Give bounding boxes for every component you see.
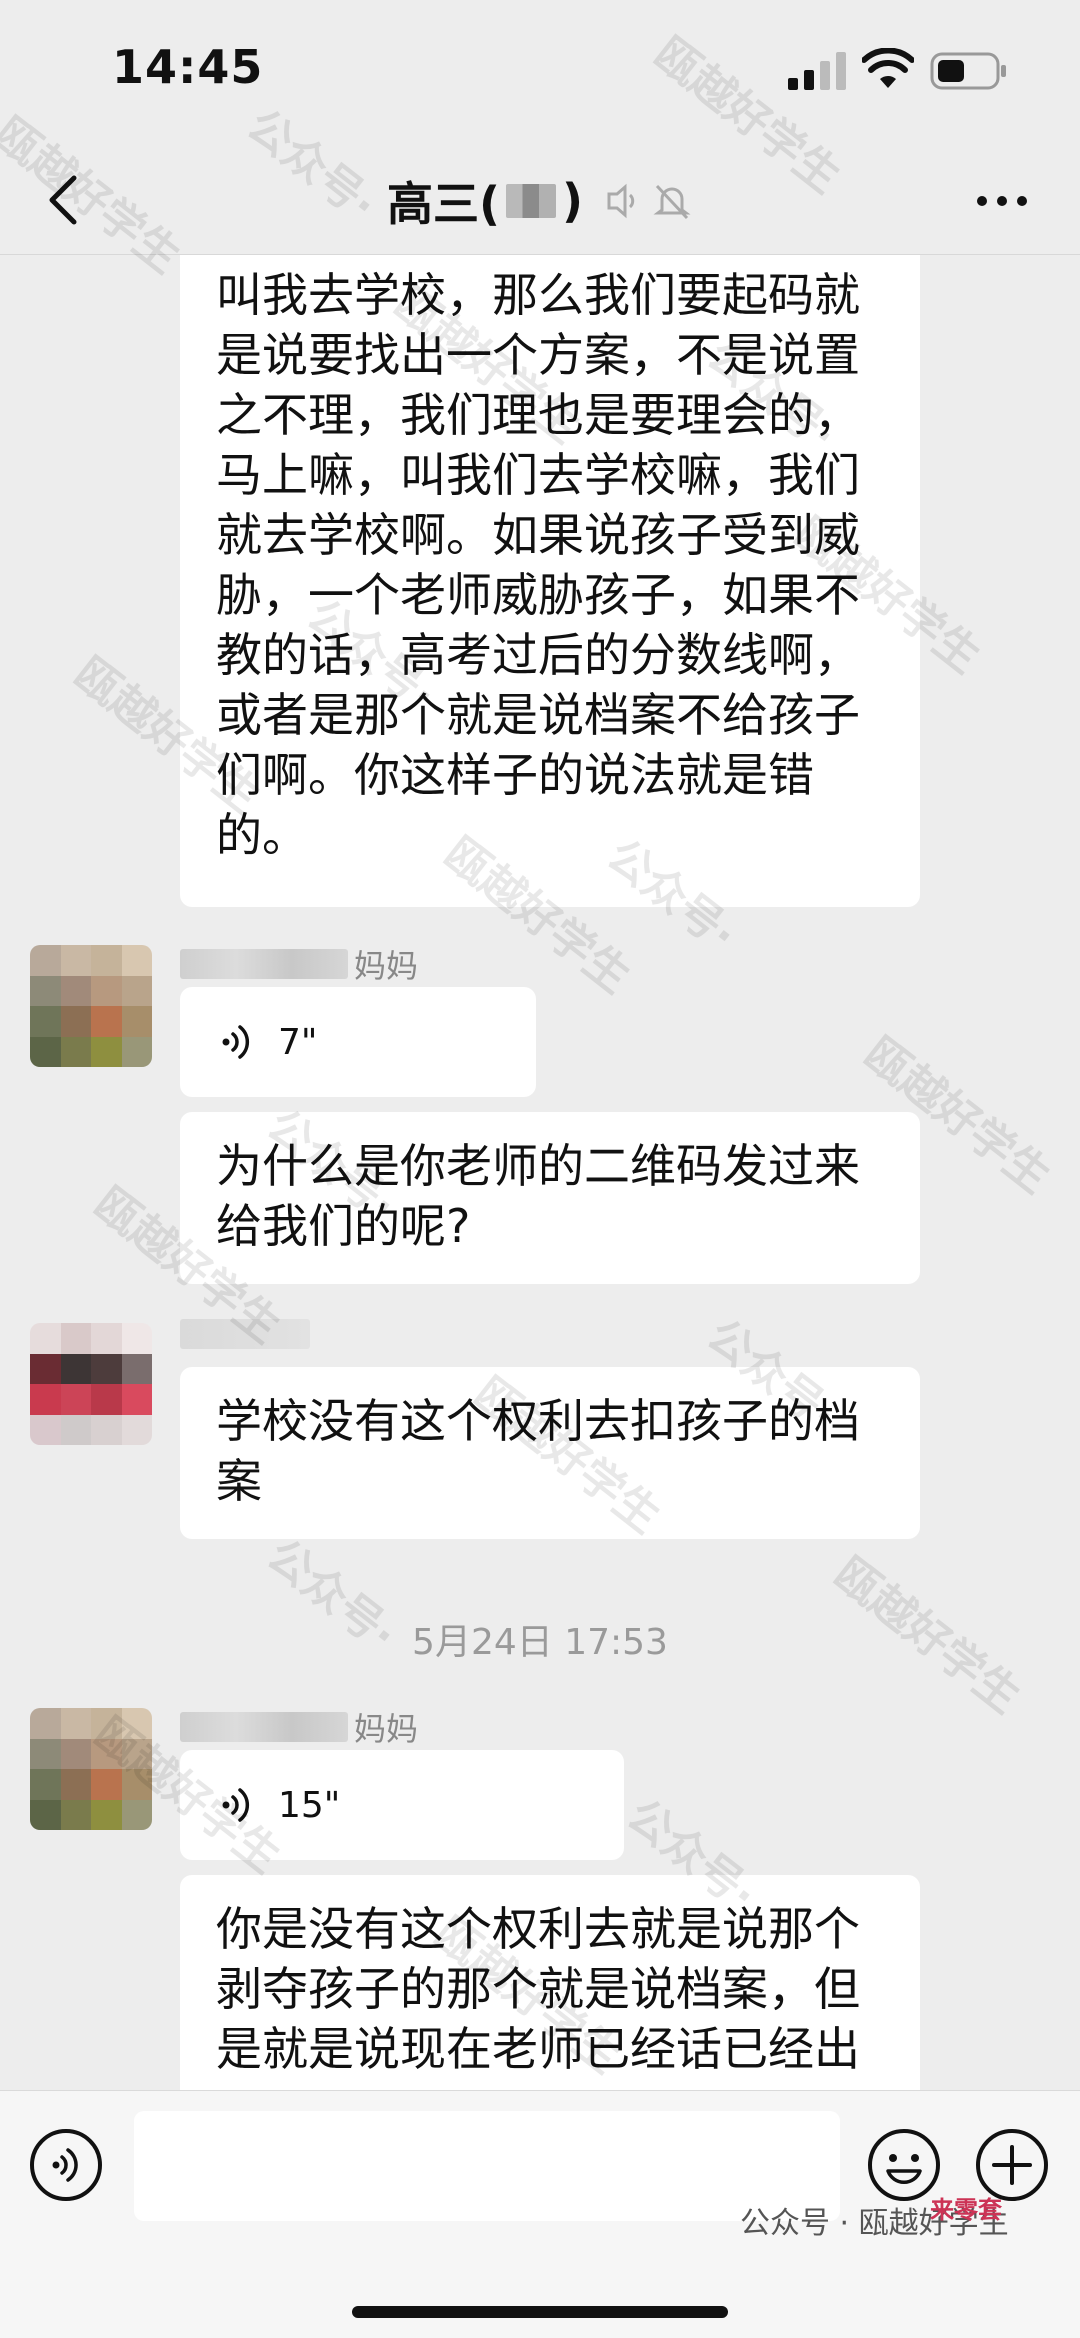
battery-icon [930, 52, 1006, 90]
message-input[interactable] [134, 2111, 840, 2221]
name-mosaic [180, 1319, 310, 1349]
chat-title: 高三( ) [0, 168, 1080, 234]
wifi-icon [862, 48, 914, 88]
sender-name-text: 妈妈 [354, 947, 419, 985]
message-text: 叫我去学校，那么我们要起码就是说要找出一个方案，不是说置之不理，我们理也是要理会… [216, 268, 860, 862]
sender-name [180, 1319, 316, 1349]
message-bubble[interactable]: 学校没有这个权利去扣孩子的档案 [180, 1367, 920, 1539]
signal-icon [788, 52, 846, 90]
voice-wave-icon [222, 1025, 250, 1059]
status-bar: 14:45 [0, 0, 1080, 150]
home-indicator[interactable] [352, 2306, 728, 2318]
sender-name: 妈妈 [180, 941, 418, 987]
voice-duration: 7" [278, 1021, 318, 1063]
name-mosaic [180, 949, 348, 979]
sender-name-text: 妈妈 [354, 1710, 419, 1748]
voice-message[interactable]: 7" [180, 987, 536, 1097]
mute-bell-icon [653, 184, 691, 220]
sender-name: 妈妈 [180, 1704, 418, 1750]
chat-title-prefix: 高三( [386, 177, 500, 231]
voice-wave-icon [222, 1788, 250, 1822]
avatar[interactable] [30, 1708, 152, 1830]
title-mosaic [506, 184, 556, 218]
voice-duration: 15" [278, 1784, 341, 1826]
message-bubble[interactable]: 叫我去学校，那么我们要起码就是说要找出一个方案，不是说置之不理，我们理也是要理会… [180, 255, 920, 907]
message-text: 为什么是你老师的二维码发过来给我们的呢? [216, 1139, 860, 1253]
status-time: 14:45 [112, 40, 264, 94]
message-list[interactable]: 叫我去学校，那么我们要起码就是说要找出一个方案，不是说置之不理，我们理也是要理会… [0, 255, 1080, 2090]
avatar[interactable] [30, 945, 152, 1067]
message-text: 你是没有这个权利去就是说那个剥夺孩子的那个就是说档案，但是就是说现在老师已经话已… [216, 1902, 860, 2076]
speaker-icon [607, 183, 635, 219]
message-text: 学校没有这个权利去扣孩子的档案 [216, 1394, 860, 1508]
footer-logo: 来零套 [930, 2196, 1002, 2224]
timestamp: 5月24日 17:53 [412, 1622, 668, 1663]
message-bubble[interactable]: 你是没有这个权利去就是说那个剥夺孩子的那个就是说档案，但是就是说现在老师已经话已… [180, 1875, 920, 2090]
voice-message[interactable]: 15" [180, 1750, 624, 1860]
chat-header: 高三( ) [0, 150, 1080, 255]
avatar[interactable] [30, 1323, 152, 1445]
message-bubble[interactable]: 为什么是你老师的二维码发过来给我们的呢? [180, 1112, 920, 1284]
voice-input-icon[interactable] [28, 2127, 104, 2203]
name-mosaic [180, 1712, 348, 1742]
more-options-icon[interactable] [972, 176, 1032, 226]
chat-title-suffix: ) [562, 174, 584, 228]
